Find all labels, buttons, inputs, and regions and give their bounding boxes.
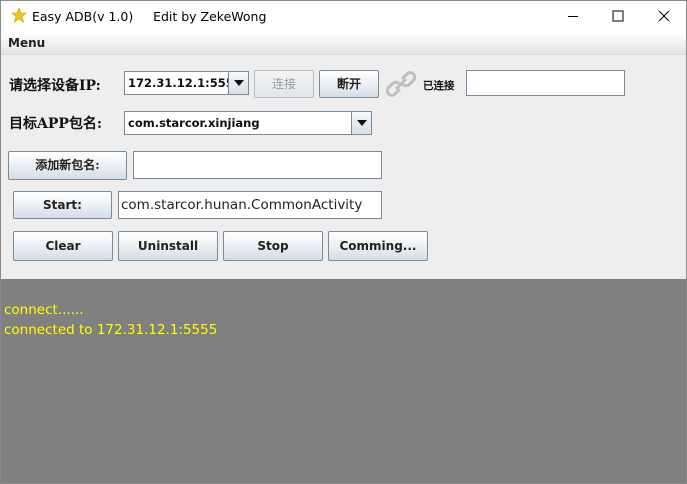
add-package-button[interactable]: 添加新包名: (8, 151, 127, 180)
comming-button[interactable]: Comming... (328, 231, 428, 261)
log-line: connect...... (4, 302, 84, 318)
maximize-icon (612, 10, 624, 22)
maximize-button[interactable] (595, 1, 641, 31)
device-ip-value: 172.31.12.1:5555 (128, 76, 242, 90)
device-ip-label: 请选择设备IP: (9, 78, 101, 94)
new-package-input[interactable] (133, 151, 382, 179)
connect-button[interactable]: 连接 (254, 70, 314, 98)
stop-button[interactable]: Stop (223, 231, 323, 261)
chevron-down-icon (357, 120, 367, 126)
close-button[interactable] (641, 1, 686, 31)
device-ip-select[interactable]: 172.31.12.1:5555 (124, 71, 249, 95)
app-window: Easy ADB(v 1.0) Edit by ZekeWong Menu 请选… (0, 0, 687, 484)
disconnect-button[interactable]: 断开 (319, 70, 379, 98)
target-package-label: 目标APP包名: (9, 116, 103, 132)
minimize-button[interactable] (550, 1, 596, 31)
connection-status-field[interactable] (466, 70, 625, 96)
link-icon (385, 71, 417, 97)
log-output[interactable]: connect...... connected to 172.31.12.1:5… (1, 279, 686, 483)
menu-item-menu[interactable]: Menu (8, 36, 45, 50)
menu-bar: Menu (1, 32, 686, 55)
star-icon (11, 7, 27, 23)
title-bar: Easy ADB(v 1.0) Edit by ZekeWong (1, 1, 686, 32)
window-title: Easy ADB(v 1.0) Edit by ZekeWong (32, 9, 267, 24)
log-line: connected to 172.31.12.1:5555 (4, 322, 218, 338)
chevron-down-icon (234, 80, 244, 86)
target-package-dropdown-button[interactable] (351, 112, 371, 134)
close-icon (658, 10, 670, 22)
target-package-value: com.starcor.xinjiang (128, 116, 260, 130)
device-ip-dropdown-button[interactable] (228, 72, 248, 94)
start-button[interactable]: Start: (13, 191, 112, 219)
target-package-select[interactable]: com.starcor.xinjiang (124, 111, 372, 135)
activity-input[interactable]: com.starcor.hunan.CommonActivity (118, 191, 382, 219)
clear-button[interactable]: Clear (13, 231, 113, 261)
connection-status-label: 已连接 (423, 80, 455, 92)
uninstall-button[interactable]: Uninstall (118, 231, 218, 261)
minimize-icon (568, 16, 578, 17)
